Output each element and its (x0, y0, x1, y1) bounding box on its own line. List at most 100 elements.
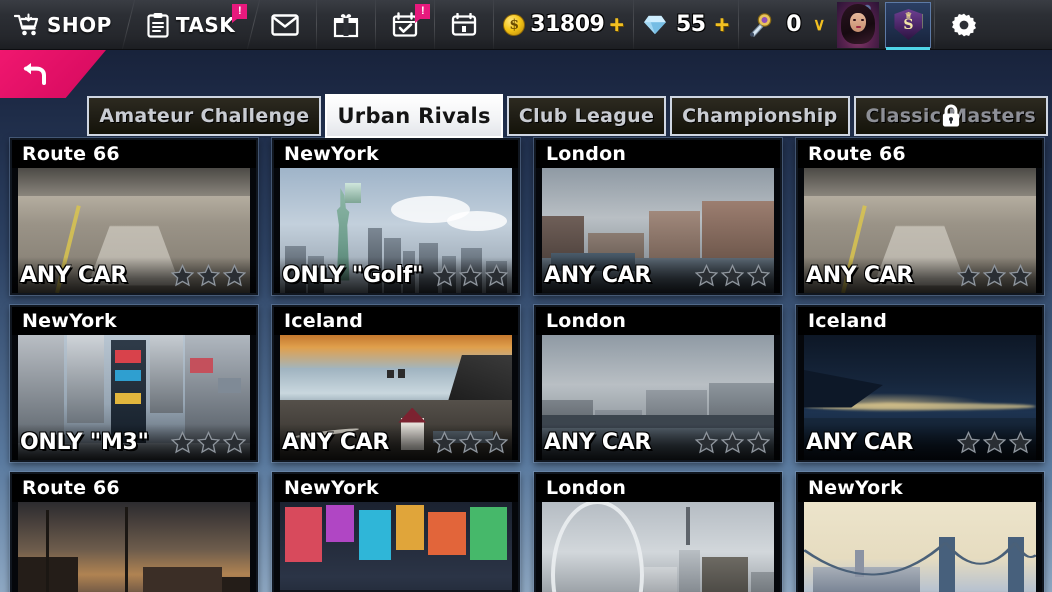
star-icon (747, 263, 770, 286)
task-alert-badge: ! (232, 4, 248, 23)
tab-classic-masters[interactable]: Classic Masters (853, 96, 1048, 136)
tab-championship[interactable]: Championship (670, 96, 850, 136)
card-title: Route 66 (12, 474, 256, 502)
gold-coin-icon: $ (503, 13, 526, 36)
crown-icon: ♕ (904, 10, 913, 20)
coin-balance[interactable]: $ 31809 + (494, 0, 633, 49)
back-button[interactable] (0, 50, 106, 98)
tab-club-league[interactable]: Club League (506, 96, 667, 136)
diamond-icon (644, 15, 666, 34)
race-card[interactable]: Route 66 ANY CAR (10, 138, 258, 295)
shop-label: SHOP (47, 12, 112, 37)
card-requirement: ONLY "M3" (20, 429, 149, 455)
gem-add-button[interactable]: + (715, 12, 730, 37)
star-icon (747, 430, 770, 453)
coin-add-button[interactable]: + (609, 12, 624, 37)
events-button[interactable] (435, 0, 493, 49)
star-icon (695, 430, 718, 453)
card-thumbnail (804, 502, 1036, 592)
star-icon (223, 263, 246, 286)
card-title: Iceland (274, 307, 518, 335)
card-requirement: ANY CAR (282, 429, 390, 455)
star-icon (171, 263, 194, 286)
card-footer: ANY CAR (798, 424, 1042, 460)
rank-badge-button[interactable]: ♕ S (882, 0, 934, 50)
gear-icon (951, 13, 976, 36)
coin-amount: 31809 (530, 12, 605, 37)
envelope-icon (271, 13, 299, 36)
card-title: NewYork (274, 140, 518, 168)
shopping-cart-icon (14, 13, 39, 35)
chevron-down-icon[interactable]: ∨ (813, 16, 825, 33)
tab-amateur-challenge[interactable]: Amateur Challenge (87, 96, 322, 136)
card-title: London (536, 307, 780, 335)
settings-button[interactable] (935, 0, 992, 49)
card-stars (695, 430, 770, 454)
race-card[interactable]: NewYork ONLY "Golf" (272, 138, 520, 295)
shield-icon: ♕ S (894, 9, 923, 40)
card-thumbnail (280, 502, 512, 592)
star-icon (485, 263, 508, 286)
card-footer: ONLY "M3" (12, 424, 256, 460)
card-footer: ANY CAR (12, 257, 256, 293)
card-requirement: ANY CAR (806, 262, 914, 288)
gem-balance[interactable]: 55 + (634, 0, 738, 49)
scene-route66-town (18, 502, 250, 592)
star-icon (983, 430, 1006, 453)
star-icon (1009, 430, 1032, 453)
card-thumbnail (542, 502, 774, 592)
card-stars (433, 430, 508, 454)
star-icon (433, 430, 456, 453)
star-icon (1009, 263, 1032, 286)
card-requirement: ONLY "Golf" (282, 262, 424, 288)
key-icon (750, 12, 772, 37)
scene-manhattan-bridge (804, 502, 1036, 592)
daily-checkin-button[interactable]: ! (376, 0, 434, 49)
star-icon (223, 430, 246, 453)
card-requirement: ANY CAR (806, 429, 914, 455)
player-avatar-button[interactable] (834, 0, 882, 49)
scene-times-square-night (280, 502, 512, 592)
tab-label: Amateur Challenge (99, 105, 310, 127)
card-footer: ANY CAR (536, 424, 780, 460)
race-card[interactable]: NewYork (796, 472, 1044, 592)
race-card[interactable]: London (534, 472, 782, 592)
card-stars (695, 263, 770, 287)
race-card[interactable]: Iceland ANY CAR (796, 305, 1044, 462)
card-title: Route 66 (798, 140, 1042, 168)
gift-button[interactable] (317, 0, 375, 49)
card-stars (171, 430, 246, 454)
star-icon (721, 263, 744, 286)
race-card[interactable]: Iceland ANY CAR (272, 305, 520, 462)
tab-label: Championship (682, 105, 838, 127)
card-footer: ONLY "Golf" (274, 257, 518, 293)
shop-button[interactable]: SHOP (0, 0, 128, 49)
card-title: NewYork (798, 474, 1042, 502)
card-footer: ANY CAR (274, 424, 518, 460)
card-title: NewYork (12, 307, 256, 335)
race-card[interactable]: London ANY CAR (534, 138, 782, 295)
card-thumbnail (18, 502, 250, 592)
back-arrow-icon (23, 63, 46, 85)
card-title: London (536, 474, 780, 502)
star-icon (957, 263, 980, 286)
race-card[interactable]: London ANY CAR (534, 305, 782, 462)
mail-button[interactable] (254, 0, 316, 49)
star-icon (197, 263, 220, 286)
star-icon (433, 263, 456, 286)
star-icon (957, 430, 980, 453)
gem-amount: 55 (675, 12, 706, 37)
key-balance[interactable]: 0 ∨ (739, 0, 834, 49)
race-card[interactable]: NewYork ONLY "M3" (10, 305, 258, 462)
star-icon (485, 430, 508, 453)
race-card[interactable]: Route 66 ANY CAR (796, 138, 1044, 295)
card-requirement: ANY CAR (544, 262, 652, 288)
star-icon (171, 430, 194, 453)
card-requirement: ANY CAR (20, 262, 128, 288)
race-card[interactable]: NewYork (272, 472, 520, 592)
mode-tab-bar: Amateur Challenge Urban Rivals Club Leag… (0, 94, 1052, 138)
star-icon (721, 430, 744, 453)
task-button[interactable]: TASK ! (129, 0, 253, 49)
tab-urban-rivals[interactable]: Urban Rivals (325, 94, 503, 138)
race-card[interactable]: Route 66 (10, 472, 258, 592)
